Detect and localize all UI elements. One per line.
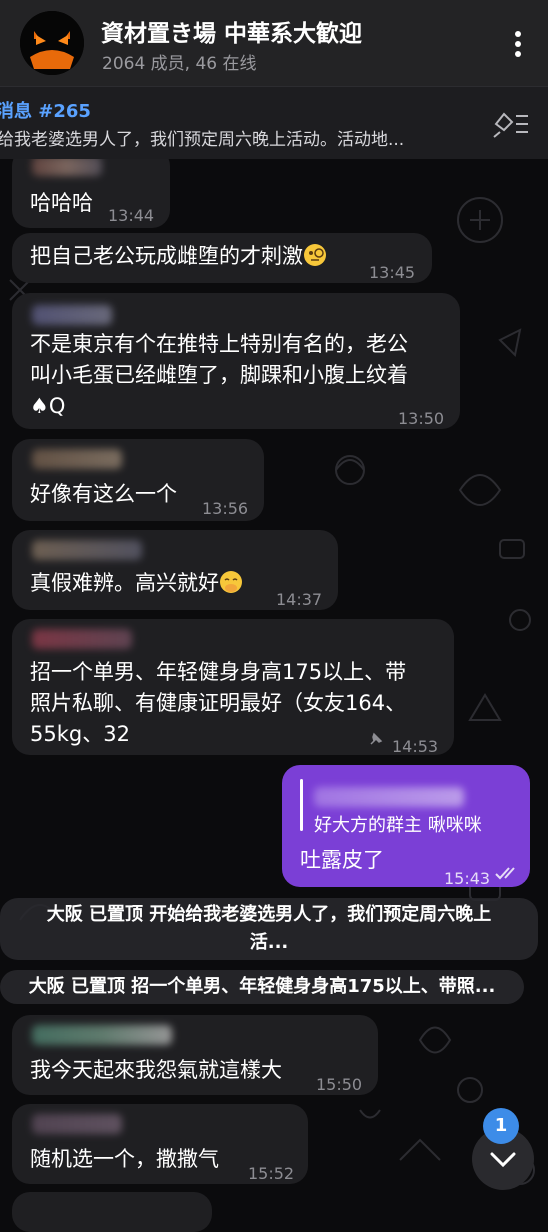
message-time: 15:43: [444, 869, 491, 888]
message-text: 哈哈哈: [30, 191, 93, 215]
message-time: 13:44: [108, 206, 155, 225]
sender-name: [32, 156, 102, 176]
message-text: 我今天起來我怨氣就這樣大: [30, 1058, 282, 1082]
pinned-title: 消息 #265: [0, 101, 91, 122]
message-bubble[interactable]: 好像有这么一个 13:56: [12, 439, 264, 521]
reply-sender-name: [314, 787, 464, 807]
pinned-message-icon: [370, 732, 383, 745]
message-bubble[interactable]: 我今天起來我怨氣就這樣大 15:50: [12, 1015, 378, 1095]
sender-name: [32, 1025, 172, 1045]
message-bubble[interactable]: 随机选一个，撒撒气 15:52: [12, 1104, 308, 1184]
service-text: 大阪 已置顶 招一个单男、年轻健身身高175以上、带照...: [28, 976, 496, 997]
message-text: 真假难辨。高兴就好: [30, 568, 243, 599]
own-message-bubble[interactable]: 好大方的群主 啾咪咪 吐露皮了 15:43: [282, 765, 530, 888]
message-bubble[interactable]: 真假难辨。高兴就好 14:37: [12, 530, 338, 610]
reply-quote-text: 好大方的群主 啾咪咪: [314, 815, 482, 836]
double-check-icon: [495, 867, 515, 880]
message-bubble[interactable]: 把自己老公玩成雌堕的才刺激 13:45: [12, 233, 432, 283]
monocle-emoji: [304, 244, 326, 266]
message-time: 13:56: [202, 499, 249, 518]
message-text: 把自己老公玩成雌堕的才刺激: [30, 241, 327, 272]
message-time: 14:53: [392, 737, 439, 756]
message-text: 55kg、32: [30, 722, 130, 746]
service-message-pinned[interactable]: 大阪 已置顶 招一个单男、年轻健身身高175以上、带照...: [0, 970, 524, 1004]
service-text: 大阪 已置顶 开始给我老婆选男人了，我们预定周六晚上: [46, 904, 492, 925]
pin-list-icon[interactable]: [492, 110, 530, 138]
message-time: 13:50: [398, 409, 445, 428]
message-bubble[interactable]: 哈哈哈 13:44: [12, 148, 170, 228]
message-text: 招一个单男、年轻健身身高175以上、带: [30, 660, 407, 684]
pinned-preview: 给我老婆选男人了，我们预定周六晚上活动。活动地...: [0, 130, 405, 150]
sender-name: [32, 449, 122, 469]
message-time: 13:45: [369, 263, 416, 282]
sender-name: [32, 629, 132, 649]
message-text: 好像有这么一个: [30, 482, 177, 506]
pinned-message-bar[interactable]: 消息 #265 给我老婆选男人了，我们预定周六晚上活动。活动地...: [0, 86, 548, 159]
message-text: 不是東京有个在推特上特别有名的，老公: [30, 332, 408, 356]
message-bubble[interactable]: 招一个单男、年轻健身身高175以上、带 照片私聊、有健康证明最好（女友164、 …: [12, 619, 454, 756]
message-time: 14:37: [276, 590, 323, 609]
group-avatar[interactable]: [20, 11, 84, 75]
service-text: 活...: [249, 932, 289, 953]
member-count: 2064 成员, 46 在线: [102, 54, 257, 74]
message-time: 15:50: [316, 1075, 363, 1094]
reply-quote-bar: [300, 779, 303, 831]
chat-title[interactable]: 資材置き場 中華系大歓迎: [101, 14, 362, 48]
message-time: 15:52: [248, 1164, 295, 1183]
sender-name: [32, 1114, 122, 1134]
message-text: ♠Q: [30, 394, 66, 418]
hand-over-mouth-emoji: [220, 571, 242, 593]
sender-name: [32, 305, 112, 325]
unread-badge: 1: [483, 1108, 519, 1144]
message-text: 吐露皮了: [300, 848, 384, 872]
sender-name: [32, 540, 142, 560]
message-bubble[interactable]: [12, 1192, 212, 1232]
more-menu-icon[interactable]: [506, 28, 530, 60]
message-text: 照片私聊、有健康证明最好（女友164、: [30, 691, 407, 715]
chat-header: 資材置き場 中華系大歓迎 2064 成员, 46 在线: [0, 0, 548, 86]
message-text: 随机选一个，撒撒气: [30, 1147, 219, 1171]
message-text: 叫小毛蛋已经雌堕了，脚踝和小腹上纹着: [30, 363, 408, 387]
message-bubble[interactable]: 不是東京有个在推特上特别有名的，老公 叫小毛蛋已经雌堕了，脚踝和小腹上纹着 ♠Q…: [12, 293, 460, 429]
service-message-pinned[interactable]: 大阪 已置顶 开始给我老婆选男人了，我们预定周六晚上 活...: [0, 898, 538, 960]
